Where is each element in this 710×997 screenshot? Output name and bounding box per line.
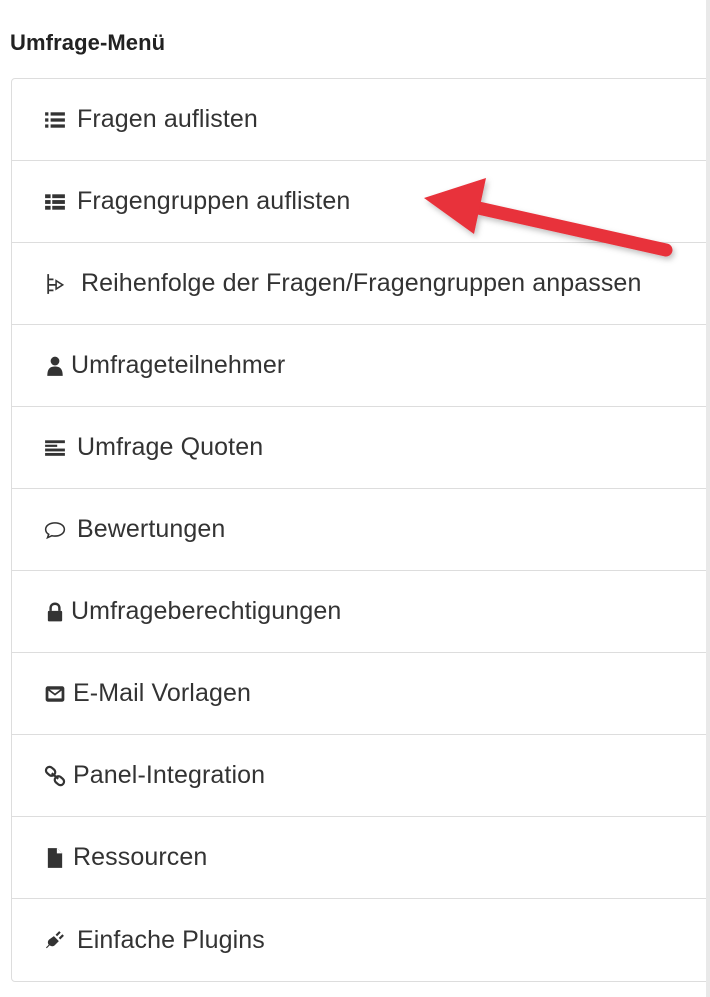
menu-item-fragen-auflisten[interactable]: Fragen auflisten xyxy=(12,79,710,161)
menu-item-label: Reihenfolge der Fragen/Fragengruppen anp… xyxy=(81,269,642,297)
scrollbar-track[interactable] xyxy=(706,0,710,997)
menu-item-label: E-Mail Vorlagen xyxy=(73,679,251,707)
menu-item-label: Umfrageberechtigungen xyxy=(71,597,342,625)
menu-item-fragengruppen-auflisten[interactable]: Fragengruppen auflisten xyxy=(12,161,710,243)
menu-item-panel-integration[interactable]: Panel-Integration xyxy=(12,735,710,817)
menu-item-bewertungen[interactable]: Bewertungen xyxy=(12,489,710,571)
menu-item-umfrageberechtigungen[interactable]: Umfrageberechtigungen xyxy=(12,571,710,653)
menu-item-label: Fragengruppen auflisten xyxy=(77,187,351,215)
menu-item-umfrageteilnehmer[interactable]: Umfrageteilnehmer xyxy=(12,325,710,407)
file-icon xyxy=(43,846,67,870)
menu-item-label: Ressourcen xyxy=(73,843,208,871)
survey-menu: Fragen auflisten Fragengruppen auflisten… xyxy=(11,78,710,982)
menu-item-ressourcen[interactable]: Ressourcen xyxy=(12,817,710,899)
menu-item-label: Umfrageteilnehmer xyxy=(71,351,286,379)
menu-item-label: Bewertungen xyxy=(77,515,226,543)
menu-item-reihenfolge-anpassen[interactable]: Reihenfolge der Fragen/Fragengruppen anp… xyxy=(12,243,710,325)
list-groups-icon xyxy=(43,190,67,214)
menu-item-umfrage-quoten[interactable]: Umfrage Quoten xyxy=(12,407,710,489)
menu-item-einfache-plugins[interactable]: Einfache Plugins xyxy=(12,899,710,981)
menu-item-label: Fragen auflisten xyxy=(77,105,258,133)
menu-item-email-vorlagen[interactable]: E-Mail Vorlagen xyxy=(12,653,710,735)
menu-item-label: Panel-Integration xyxy=(73,761,266,789)
quota-icon xyxy=(43,436,67,460)
reorder-icon xyxy=(43,272,67,296)
menu-item-label: Umfrage Quoten xyxy=(77,433,264,461)
menu-title: Umfrage-Menü xyxy=(10,30,166,55)
plug-icon xyxy=(43,928,67,952)
menu-item-label: Einfache Plugins xyxy=(77,925,265,954)
link-icon xyxy=(43,764,67,788)
envelope-icon xyxy=(43,682,67,706)
comment-icon xyxy=(43,518,67,542)
list-icon xyxy=(43,108,67,132)
lock-icon xyxy=(43,600,67,624)
user-icon xyxy=(43,354,67,378)
